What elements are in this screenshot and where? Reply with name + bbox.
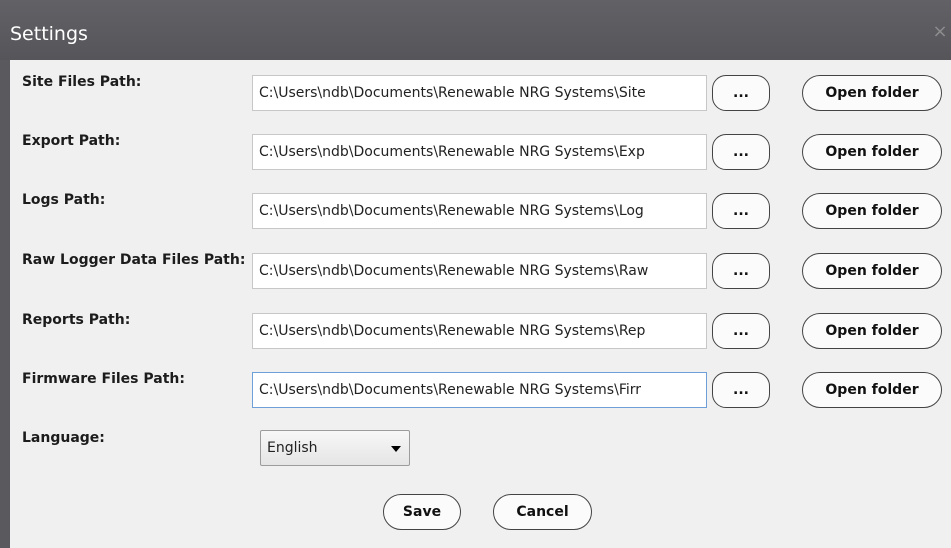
site-files-path-label: Site Files Path: bbox=[22, 74, 142, 90]
setting-row-site-files: Site Files Path: ... Open folder bbox=[10, 68, 951, 116]
firmware-path-label: Firmware Files Path: bbox=[22, 371, 185, 387]
settings-panel: Site Files Path: ... Open folder Export … bbox=[10, 60, 951, 548]
cancel-button[interactable]: Cancel bbox=[493, 494, 592, 530]
dropdown-arrow-icon bbox=[391, 446, 401, 452]
logs-browse-button[interactable]: ... bbox=[712, 193, 770, 229]
setting-row-firmware: Firmware Files Path: ... Open folder bbox=[10, 365, 951, 413]
export-path-input[interactable] bbox=[252, 134, 707, 170]
language-select[interactable]: English bbox=[260, 430, 410, 466]
logs-open-folder-button[interactable]: Open folder bbox=[802, 193, 942, 229]
export-browse-button[interactable]: ... bbox=[712, 134, 770, 170]
close-icon[interactable]: × bbox=[931, 20, 949, 44]
firmware-open-folder-button[interactable]: Open folder bbox=[802, 372, 942, 408]
reports-path-label: Reports Path: bbox=[22, 312, 131, 328]
raw-logger-browse-button[interactable]: ... bbox=[712, 253, 770, 289]
logs-path-label: Logs Path: bbox=[22, 192, 106, 208]
raw-logger-open-folder-button[interactable]: Open folder bbox=[802, 253, 942, 289]
settings-dialog: Settings × Site Files Path: ... Open fol… bbox=[0, 0, 951, 548]
raw-logger-path-input[interactable] bbox=[252, 253, 707, 289]
setting-row-reports: Reports Path: ... Open folder bbox=[10, 306, 951, 354]
site-files-open-folder-button[interactable]: Open folder bbox=[802, 75, 942, 111]
title-bar[interactable]: Settings × bbox=[0, 0, 951, 60]
language-label: Language: bbox=[22, 430, 105, 446]
export-path-label: Export Path: bbox=[22, 133, 121, 149]
firmware-path-input[interactable] bbox=[252, 372, 707, 408]
save-button[interactable]: Save bbox=[383, 494, 461, 530]
logs-path-input[interactable] bbox=[252, 193, 707, 229]
setting-row-logs: Logs Path: ... Open folder bbox=[10, 186, 951, 234]
setting-row-export: Export Path: ... Open folder bbox=[10, 127, 951, 175]
setting-row-language: Language: English bbox=[10, 424, 951, 472]
raw-logger-path-label: Raw Logger Data Files Path: bbox=[22, 252, 246, 268]
site-files-path-input[interactable] bbox=[252, 75, 707, 111]
firmware-browse-button[interactable]: ... bbox=[712, 372, 770, 408]
reports-path-input[interactable] bbox=[252, 313, 707, 349]
export-open-folder-button[interactable]: Open folder bbox=[802, 134, 942, 170]
language-selected-value: English bbox=[267, 440, 318, 456]
reports-browse-button[interactable]: ... bbox=[712, 313, 770, 349]
reports-open-folder-button[interactable]: Open folder bbox=[802, 313, 942, 349]
site-files-browse-button[interactable]: ... bbox=[712, 75, 770, 111]
window-title: Settings bbox=[10, 23, 88, 45]
setting-row-raw-logger: Raw Logger Data Files Path: ... Open fol… bbox=[10, 246, 951, 294]
